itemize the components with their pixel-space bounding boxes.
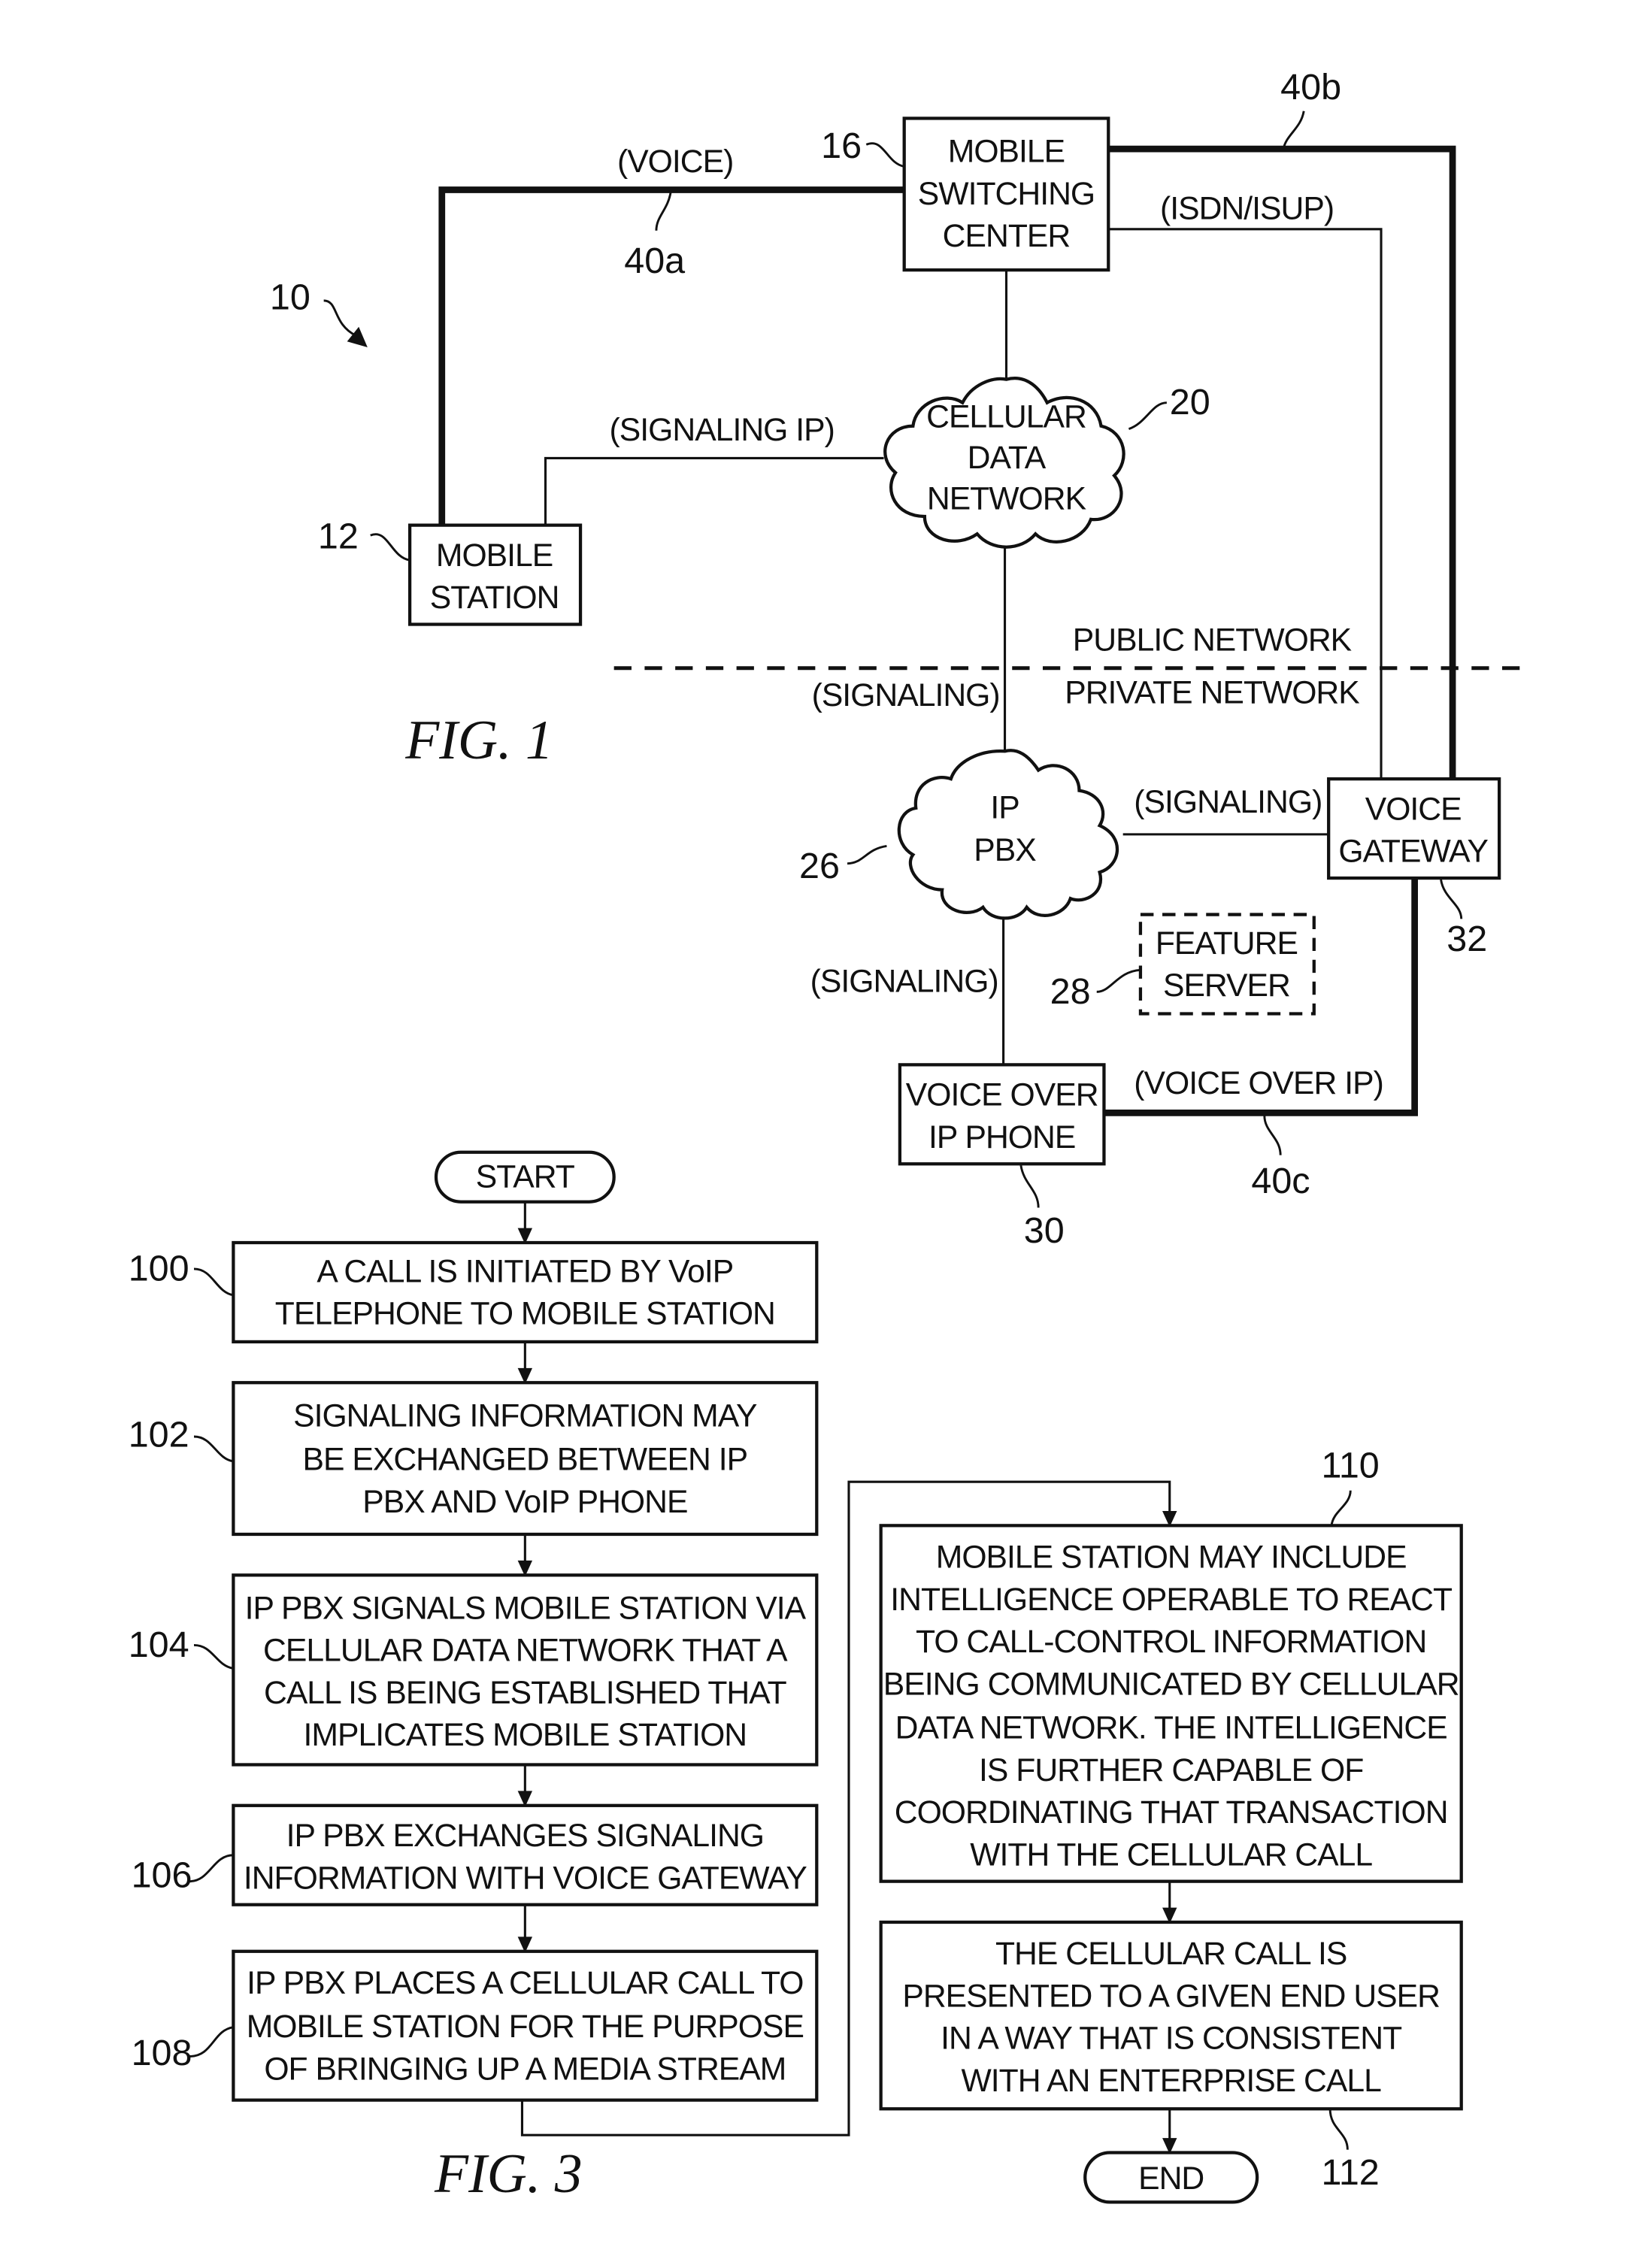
feature-server-leader	[1096, 968, 1141, 993]
signaling-pbx-gateway-label: (SIGNALING)	[1134, 784, 1322, 820]
cdn-line-2: DATA	[968, 440, 1047, 476]
step-110-line-1: MOBILE STATION MAY INCLUDE	[936, 1540, 1407, 1576]
feature-server-ref: 28	[1050, 971, 1091, 1012]
voice-link-leader	[655, 191, 672, 231]
step-106-leader	[189, 1854, 234, 1883]
voip-phone-line-1: VOICE OVER	[906, 1077, 1098, 1113]
msc-line-1: MOBILE	[948, 134, 1065, 170]
step-110-line-5: DATA NETWORK. THE INTELLIGENCE	[895, 1710, 1447, 1746]
system-ref-leader	[323, 299, 356, 337]
system-ref: 10	[270, 277, 311, 318]
voip-phone-leader	[1019, 1164, 1040, 1208]
step-110-line-6: IS FURTHER CAPABLE OF	[979, 1752, 1363, 1788]
voice-gateway-line-2: GATEWAY	[1338, 834, 1488, 870]
fig1-diagram: PUBLIC NETWORK PRIVATE NETWORK MOBILE ST…	[270, 67, 1525, 1251]
cdn-line-3: NETWORK	[927, 480, 1086, 516]
step-104-line-1: IP PBX SIGNALS MOBILE STATION VIA	[245, 1590, 807, 1626]
public-network-label: PUBLIC NETWORK	[1073, 622, 1352, 658]
ip-pbx-leader	[847, 844, 887, 865]
step-112-line-1: THE CELLULAR CALL IS	[995, 1936, 1347, 1972]
voice-link-ref-40a: 40a	[624, 241, 685, 281]
step-110-line-2: INTELLIGENCE OPERABLE TO REACT	[890, 1582, 1453, 1618]
private-network-label: PRIVATE NETWORK	[1065, 674, 1359, 710]
step-106-ref: 106	[132, 1855, 192, 1895]
voice-gateway-leader	[1440, 879, 1463, 919]
step-110-ref: 110	[1321, 1445, 1379, 1485]
signaling-cdn-pbx-label: (SIGNALING)	[812, 677, 1000, 713]
patent-drawing-sheet: PUBLIC NETWORK PRIVATE NETWORK MOBILE ST…	[129, 67, 1525, 2204]
step-108-leader	[189, 2026, 234, 2058]
msc-gateway-link-leader	[1282, 111, 1305, 150]
step-102-line-1: SIGNALING INFORMATION MAY	[293, 1397, 757, 1434]
step-112-leader	[1328, 2109, 1349, 2150]
voip-phone-ref: 30	[1024, 1210, 1065, 1251]
step-104-line-4: IMPLICATES MOBILE STATION	[304, 1717, 747, 1753]
step-100-leader	[193, 1267, 234, 1297]
step-102-ref: 102	[129, 1415, 189, 1455]
step-110-leader	[1330, 1490, 1352, 1526]
step-102-line-2: BE EXCHANGED BETWEEN IP	[303, 1442, 748, 1478]
mobile-station-line-1: MOBILE	[436, 537, 553, 574]
signaling-pbx-phone-label: (SIGNALING)	[810, 963, 998, 999]
cdn-leader	[1128, 401, 1168, 430]
step-110-line-7: COORDINATING THAT TRANSACTION	[895, 1794, 1448, 1830]
step-108-ref: 108	[132, 2033, 192, 2073]
msc-ref: 16	[821, 126, 862, 166]
mobile-station-leader	[370, 533, 410, 562]
step-104-line-3: CALL IS BEING ESTABLISHED THAT	[264, 1675, 787, 1711]
voice-gateway-line-1: VOICE	[1365, 791, 1462, 827]
step-102-line-3: PBX AND VoIP PHONE	[362, 1484, 687, 1520]
ip-pbx-line-2: PBX	[974, 832, 1036, 868]
step-112-line-2: PRESENTED TO A GIVEN END USER	[902, 1978, 1440, 2014]
step-106-line-2: INFORMATION WITH VOICE GATEWAY	[244, 1860, 807, 1896]
step-112-line-3: IN A WAY THAT IS CONSISTENT	[941, 2021, 1402, 2057]
step-110-line-8: WITH THE CELLULAR CALL	[970, 1837, 1372, 1873]
ip-pbx-line-1: IP	[990, 790, 1019, 826]
voice-gateway-ref: 32	[1447, 919, 1487, 959]
step-104-ref: 104	[129, 1625, 189, 1665]
system-ref-arrowhead	[347, 326, 368, 347]
step-112-ref: 112	[1321, 2152, 1379, 2193]
msc-line-3: CENTER	[943, 218, 1071, 254]
feature-server-line-1: FEATURE	[1156, 925, 1298, 961]
cdn-line-1: CELLULAR	[926, 399, 1086, 435]
isdn-isup-label: (ISDN/ISUP)	[1160, 190, 1334, 226]
step-100-line-1: A CALL IS INITIATED BY VoIP	[317, 1253, 733, 1289]
mobile-station-ref: 12	[318, 516, 359, 557]
step-104-leader	[193, 1643, 234, 1670]
cdn-ref: 20	[1170, 382, 1210, 422]
step-108-line-2: MOBILE STATION FOR THE PURPOSE	[247, 2009, 804, 2045]
step-100-ref: 100	[129, 1248, 189, 1288]
voip-link-ref-40c: 40c	[1251, 1161, 1310, 1201]
end-label: END	[1138, 2161, 1204, 2197]
fig1-caption: FIG. 1	[404, 709, 553, 771]
start-label: START	[476, 1158, 575, 1195]
step-100-line-2: TELEPHONE TO MOBILE STATION	[275, 1296, 775, 1332]
step-108-line-1: IP PBX PLACES A CELLULAR CALL TO	[247, 1965, 803, 2001]
fig3-flowchart: START A CALL IS INITIATED BY VoIP TELEPH…	[129, 1150, 1463, 2204]
msc-gateway-link-ref-40b: 40b	[1280, 67, 1341, 107]
voip-phone-line-2: IP PHONE	[929, 1119, 1075, 1155]
step-108-line-3: OF BRINGING UP A MEDIA STREAM	[264, 2051, 786, 2087]
ip-pbx-ref: 26	[799, 846, 840, 886]
signaling-ip-label: (SIGNALING IP)	[610, 412, 835, 448]
step-104-line-2: CELLULAR DATA NETWORK THAT A	[263, 1633, 788, 1669]
step-106-line-1: IP PBX EXCHANGES SIGNALING	[286, 1818, 764, 1854]
msc-leader	[865, 142, 905, 168]
msc-line-2: SWITCHING	[918, 176, 1095, 212]
step-112-line-4: WITH AN ENTERPRISE CALL	[961, 2063, 1381, 2099]
voip-link-label: (VOICE OVER IP)	[1134, 1065, 1383, 1101]
fig3-caption: FIG. 3	[434, 2142, 583, 2204]
step-110-line-3: TO CALL-CONTROL INFORMATION	[916, 1624, 1426, 1660]
step-102-leader	[193, 1435, 234, 1463]
signaling-ip-link	[544, 456, 884, 525]
voice-link-label: (VOICE)	[617, 144, 733, 180]
voip-link-leader	[1263, 1116, 1282, 1155]
mobile-station-line-2: STATION	[430, 580, 559, 616]
step-110-line-4: BEING COMMUNICATED BY CELLULAR	[883, 1666, 1459, 1702]
feature-server-line-2: SERVER	[1163, 967, 1290, 1004]
